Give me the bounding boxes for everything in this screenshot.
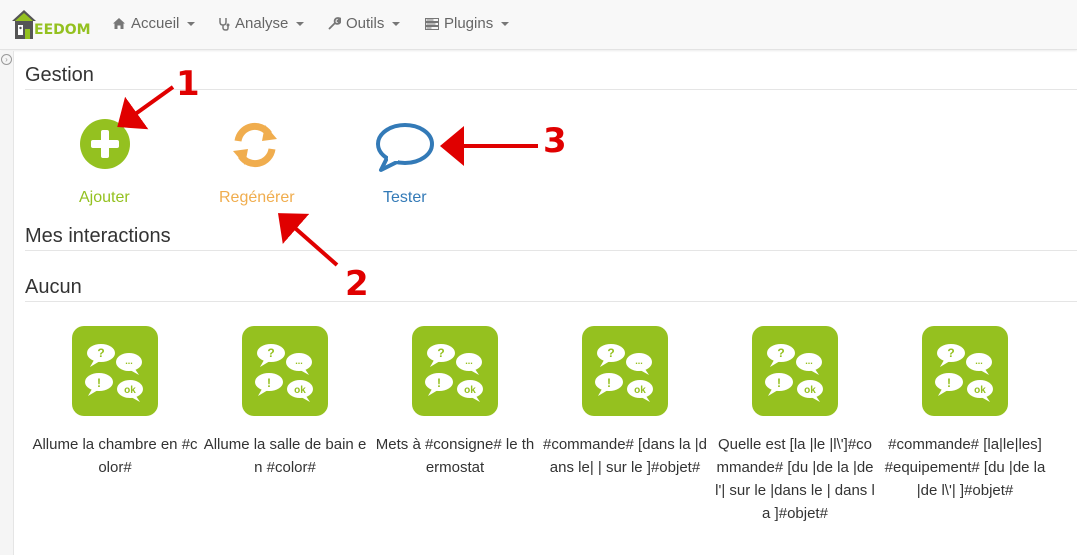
svg-text:...: ... — [125, 356, 133, 366]
sidebar-toggle-strip[interactable]: › — [0, 51, 14, 555]
nav-accueil[interactable]: Accueil — [112, 15, 196, 32]
nav-analyse[interactable]: Analyse — [218, 15, 305, 32]
interaction-card[interactable]: ?...! ok #commande# [dans la |dans le| | s… — [540, 326, 710, 479]
svg-text:?: ? — [607, 346, 614, 360]
nav-plugins-label: Plugins — [444, 15, 494, 32]
interaction-card-label[interactable]: Mets à #consigne# le thermostat — [370, 433, 540, 479]
svg-text:?: ? — [97, 346, 104, 360]
svg-text:...: ... — [295, 356, 303, 366]
brand-name: EEDOM — [34, 22, 91, 38]
nav-outils[interactable]: Outils — [328, 15, 401, 32]
chat-bubbles-icon: ?...! ok — [85, 344, 143, 402]
svg-text:!: ! — [607, 376, 611, 390]
svg-text:!: ! — [777, 376, 781, 390]
svg-text:!: ! — [437, 376, 441, 390]
brand-logo[interactable]: EEDOM — [10, 7, 91, 43]
svg-text:ok: ok — [294, 385, 306, 396]
svg-text:ok: ok — [974, 385, 986, 396]
interaction-card-label[interactable]: Allume la salle de bain en #color# — [200, 433, 370, 479]
nav-accueil-label: Accueil — [131, 15, 180, 32]
arrow-2 — [277, 213, 339, 267]
svg-text:!: ! — [97, 376, 101, 390]
section-title-mes-interactions: Mes interactions — [25, 225, 171, 247]
chat-bubbles-icon: ?...! ok — [255, 344, 313, 402]
nav-outils-label: Outils — [346, 15, 385, 32]
chat-bubbles-icon: ?...! ok — [765, 344, 823, 402]
interaction-card-label[interactable]: #commande# [dans la |dans le| | sur le ]… — [540, 433, 710, 479]
regenerate-button[interactable] — [229, 119, 281, 171]
interaction-card-label[interactable]: Quelle est [la |le |l\']#commande# [du |… — [710, 433, 880, 525]
stethoscope-icon — [219, 17, 230, 31]
nav-plugins[interactable]: Plugins — [425, 15, 510, 32]
chat-bubbles-icon: ?...! ok — [935, 344, 993, 402]
svg-text:...: ... — [465, 356, 473, 366]
svg-text:...: ... — [635, 356, 643, 366]
interaction-card[interactable]: ?...! ok #commande# [la|le|les] #equipemen… — [880, 326, 1050, 502]
svg-text:?: ? — [267, 346, 274, 360]
svg-text:...: ... — [805, 356, 813, 366]
refresh-icon — [233, 122, 277, 168]
svg-text:?: ? — [947, 346, 954, 360]
nav-analyse-label: Analyse — [235, 15, 289, 32]
chat-bubbles-icon: ?...! ok — [595, 344, 653, 402]
interaction-card[interactable]: ?...! ok Mets à #consigne# le thermostat — [370, 326, 540, 479]
chat-bubbles-icon: ?...! ok — [425, 344, 483, 402]
svg-text:?: ? — [777, 346, 784, 360]
plus-circle-icon — [80, 119, 130, 169]
speech-bubble-icon — [376, 123, 434, 172]
chevron-down-icon — [296, 21, 305, 26]
group-title-aucun: Aucun — [25, 276, 82, 298]
tasks-icon — [425, 17, 439, 30]
svg-text:!: ! — [267, 376, 271, 390]
interaction-card-icon[interactable]: ?...! ok — [752, 326, 838, 416]
svg-text:ok: ok — [634, 385, 646, 396]
section-divider — [25, 250, 1077, 251]
home-icon — [113, 18, 125, 29]
section-title-gestion: Gestion — [25, 64, 94, 86]
interaction-card-icon[interactable]: ?...! ok — [242, 326, 328, 416]
chevron-down-icon — [392, 21, 401, 26]
arrow-1 — [117, 85, 175, 130]
svg-text:!: ! — [947, 376, 951, 390]
svg-text:?: ? — [437, 346, 444, 360]
svg-text:ok: ok — [124, 385, 136, 396]
test-button[interactable] — [375, 122, 435, 174]
annotation-number-3: 3 — [543, 121, 567, 161]
interaction-card[interactable]: ?...! ok Allume la chambre en #color# — [30, 326, 200, 479]
interaction-card-label[interactable]: #commande# [la|le|les] #equipement# [du … — [880, 433, 1050, 502]
interaction-card-icon[interactable]: ?...! ok — [412, 326, 498, 416]
top-navbar: EEDOM Accueil Analyse Outils Plugins — [0, 0, 1077, 50]
wrench-icon — [328, 17, 341, 30]
interaction-card-icon[interactable]: ?...! ok — [582, 326, 668, 416]
annotation-number-1: 1 — [176, 64, 200, 104]
test-label[interactable]: Tester — [383, 189, 427, 207]
interaction-card-icon[interactable]: ?...! ok — [72, 326, 158, 416]
add-interaction-button[interactable] — [79, 118, 131, 170]
regenerate-label[interactable]: Regénérer — [219, 189, 295, 207]
interaction-card-icon[interactable]: ?...! ok — [922, 326, 1008, 416]
svg-text:ok: ok — [464, 385, 476, 396]
svg-text:...: ... — [975, 356, 983, 366]
svg-text:ok: ok — [804, 385, 816, 396]
interaction-card[interactable]: ?...! ok Allume la salle de bain en #color… — [200, 326, 370, 479]
section-divider — [25, 301, 1077, 302]
interaction-card-label[interactable]: Allume la chambre en #color# — [30, 433, 200, 479]
add-interaction-label[interactable]: Ajouter — [79, 189, 130, 207]
chevron-down-icon — [187, 21, 196, 26]
expand-arrow-icon[interactable]: › — [1, 54, 12, 65]
chevron-down-icon — [501, 21, 510, 26]
annotation-number-2: 2 — [345, 264, 369, 304]
interaction-card[interactable]: ?...! ok Quelle est [la |le |l\']#commande… — [710, 326, 880, 525]
